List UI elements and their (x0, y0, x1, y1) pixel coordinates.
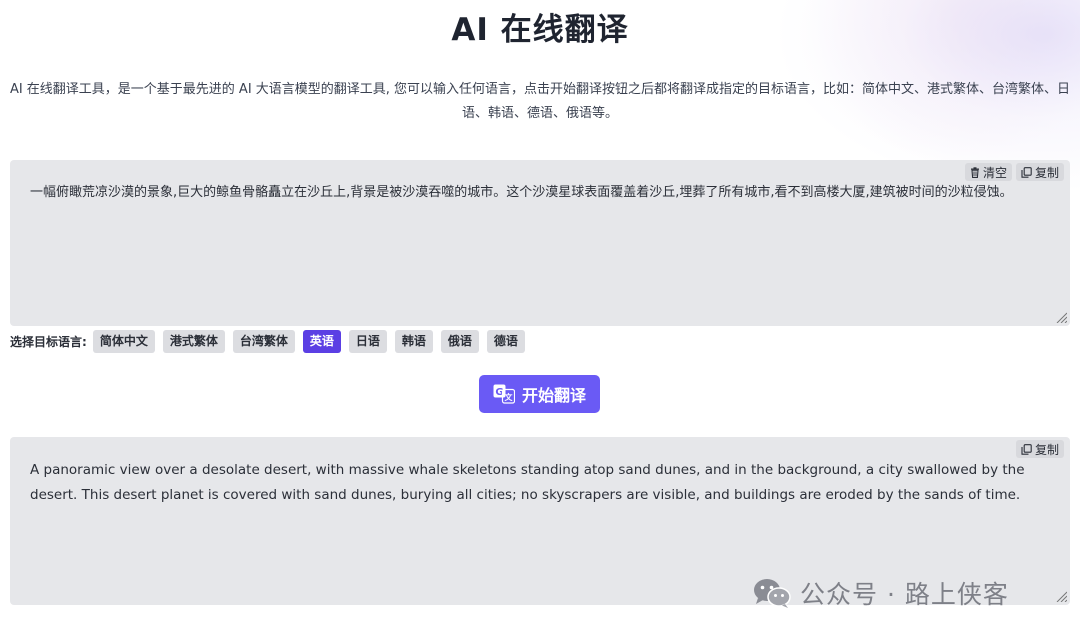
copy-icon (1021, 443, 1032, 455)
copy-icon (1021, 166, 1032, 178)
target-language-selector: 选择目标语言: 简体中文 港式繁体 台湾繁体 英语 日语 韩语 俄语 德语 (10, 330, 533, 353)
source-textarea[interactable]: 一幅俯瞰荒凉沙漠的景象,巨大的鲸鱼骨骼矗立在沙丘上,背景是被沙漠吞噬的城市。这个… (30, 180, 1044, 206)
trash-icon (970, 166, 979, 178)
target-language-label: 选择目标语言: (10, 335, 87, 349)
clear-button[interactable]: 清空 (964, 163, 1012, 181)
translation-output-text: A panoramic view over a desolate desert,… (30, 462, 1025, 503)
resize-handle-icon[interactable] (1055, 311, 1067, 323)
copy-label: 复制 (1034, 442, 1059, 457)
start-translate-label: 开始翻译 (521, 386, 586, 405)
page-title: AI 在线翻译 (451, 12, 629, 48)
lang-option-japanese[interactable]: 日语 (348, 330, 387, 353)
copy-label: 复制 (1034, 165, 1059, 180)
watermark-text: 公众号 · 路上侠客 (800, 580, 1009, 609)
lang-option-russian[interactable]: 俄语 (440, 330, 479, 353)
output-toolbar: 复制 (1015, 440, 1064, 458)
svg-text:文: 文 (504, 392, 513, 402)
copy-output-button[interactable]: 复制 (1015, 440, 1064, 458)
start-translate-button[interactable]: G 文 开始翻译 (479, 375, 600, 413)
translate-icon: G 文 (493, 384, 515, 404)
copy-source-button[interactable]: 复制 (1015, 163, 1064, 181)
watermark: 公众号 · 路上侠客 (752, 576, 1009, 610)
lang-option-simplified-chinese[interactable]: 简体中文 (92, 330, 155, 353)
lang-option-tw-traditional[interactable]: 台湾繁体 (232, 330, 295, 353)
clear-label: 清空 (982, 165, 1007, 180)
lang-option-english[interactable]: 英语 (302, 330, 341, 353)
lang-option-korean[interactable]: 韩语 (394, 330, 433, 353)
source-toolbar: 清空 复制 (964, 163, 1064, 181)
lang-option-hk-traditional[interactable]: 港式繁体 (162, 330, 225, 353)
wechat-icon (754, 579, 791, 608)
resize-handle-icon[interactable] (1055, 590, 1067, 602)
lang-option-german[interactable]: 德语 (486, 330, 525, 353)
page-description: AI 在线翻译工具，是一个基于最先进的 AI 大语言模型的翻译工具, 您可以输入… (9, 82, 1071, 121)
source-text-panel[interactable]: 清空 复制 一幅俯瞰荒凉沙漠的景象,巨大的鲸鱼骨骼矗立在沙丘上,背景是被沙漠吞噬… (10, 160, 1070, 326)
